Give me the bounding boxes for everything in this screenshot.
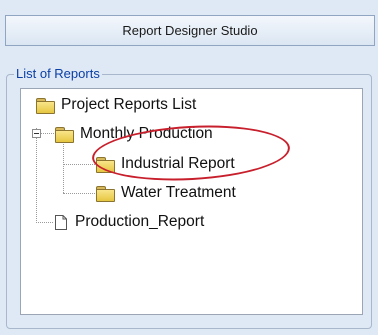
tree-node-project-reports-list[interactable]: Project Reports List	[36, 96, 196, 114]
tree-node-industrial-report[interactable]: Industrial Report	[96, 155, 235, 173]
tree-node-label: Industrial Report	[121, 155, 235, 172]
folder-icon	[36, 97, 55, 114]
window-title-bar: Report Designer Studio	[5, 15, 375, 46]
report-designer-window: Report Designer Studio List of Reports P…	[0, 0, 378, 335]
document-icon	[55, 214, 67, 230]
tree-connector	[41, 133, 54, 134]
folder-icon	[55, 126, 74, 143]
tree-connector	[63, 144, 64, 193]
folder-icon	[96, 156, 115, 173]
collapse-toggle[interactable]	[32, 129, 41, 138]
tree-node-monthly-production[interactable]: Monthly Production	[55, 125, 213, 143]
tree-node-production-report[interactable]: Production_Report	[53, 213, 204, 231]
tree-node-label: Project Reports List	[61, 96, 197, 113]
tree-connector	[36, 128, 37, 223]
tree-node-label: Production_Report	[75, 213, 205, 230]
tree-node-label: Water Treatment	[121, 184, 236, 201]
tree-connector	[36, 222, 53, 223]
reports-groupbox-legend: List of Reports	[14, 66, 102, 81]
tree-node-water-treatment[interactable]: Water Treatment	[96, 184, 236, 202]
tree-connector	[63, 193, 95, 194]
folder-icon	[96, 185, 115, 202]
tree-connector	[63, 164, 95, 165]
window-title: Report Designer Studio	[122, 23, 258, 38]
tree-node-label: Monthly Production	[80, 125, 213, 142]
